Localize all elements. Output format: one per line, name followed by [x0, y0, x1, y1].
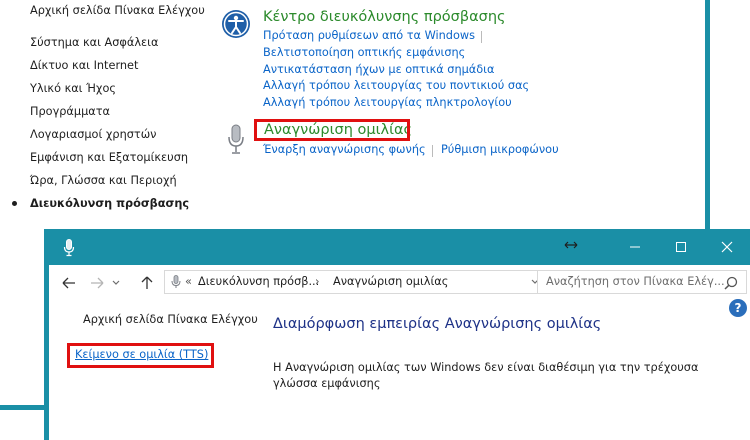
- breadcrumb-speech-recognition[interactable]: Αναγνώριση ομιλίας: [333, 275, 448, 288]
- ease-center-title[interactable]: Κέντρο διευκόλυνσης πρόσβασης: [263, 9, 506, 25]
- address-overflow[interactable]: «: [185, 275, 192, 288]
- maximize-icon: [676, 242, 686, 252]
- link-separator: [481, 31, 482, 43]
- unavailable-message: Η Αναγνώριση ομιλίας των Windows δεν είν…: [273, 361, 699, 390]
- link-separator: [432, 145, 433, 157]
- recent-locations-button[interactable]: [109, 273, 123, 293]
- ease-center-icon: [221, 9, 251, 39]
- arrow-left-icon: [62, 277, 75, 289]
- close-button[interactable]: [704, 229, 750, 265]
- chevron-down-icon: [112, 280, 120, 285]
- speech-title-highlight: [254, 119, 410, 141]
- link-suggest-settings[interactable]: Πρόταση ρυθμίσεων από τα Windows: [263, 29, 475, 42]
- link-optimize-visual[interactable]: Βελτιστοποίηση οπτικής εμφάνισης: [263, 46, 465, 59]
- link-start-speech[interactable]: Έναρξη αναγνώρισης φωνής: [263, 143, 426, 156]
- control-panel-home-link[interactable]: Αρχική σελίδα Πίνακα Ελέγχου: [30, 4, 205, 17]
- sidebar-item-user-accounts[interactable]: Λογαριασμοί χρηστών: [30, 128, 156, 141]
- sidebar-item-system-security[interactable]: Σύστημα και Ασφάλεια: [30, 36, 158, 49]
- window-microphone-icon: [63, 239, 75, 257]
- search-icon: [724, 276, 738, 290]
- close-icon: [721, 241, 733, 253]
- microphone-icon: [226, 124, 246, 156]
- sidebar-item-appearance[interactable]: Εμφάνιση και Εξατομίκευση: [30, 151, 188, 164]
- up-button[interactable]: [137, 273, 157, 293]
- breadcrumb-ease-of-access[interactable]: Διευκόλυνση πρόσβ...: [198, 275, 319, 288]
- maximize-button[interactable]: [658, 229, 704, 265]
- link-mouse-settings[interactable]: Αλλαγή τρόπου λειτουργίας του ποντικιού …: [263, 79, 529, 92]
- arrow-right-icon: [91, 277, 104, 289]
- address-microphone-icon: [171, 275, 181, 289]
- forward-button[interactable]: [87, 273, 107, 293]
- sidebar-item-clock-region[interactable]: Ώρα, Γλώσσα και Περιοχή: [30, 174, 177, 187]
- link-setup-microphone[interactable]: Ρύθμιση μικροφώνου: [441, 143, 559, 156]
- sidebar-item-network-internet[interactable]: Δίκτυο και Internet: [30, 59, 138, 72]
- title-bar[interactable]: [49, 229, 750, 265]
- breadcrumb-separator-icon: ›: [315, 275, 320, 288]
- current-item-bullet: [12, 201, 17, 206]
- arrow-up-icon: [141, 276, 153, 289]
- speech-recognition-window: « Διευκόλυνση πρόσβ... › Αναγνώριση ομιλ…: [44, 229, 750, 440]
- sidebar-item-ease-of-access[interactable]: Διευκόλυνση πρόσβασης: [30, 197, 189, 210]
- resize-arrows-icon: [564, 239, 578, 249]
- sidebar-item-programs[interactable]: Προγράμματα: [30, 105, 110, 118]
- link-keyboard-settings[interactable]: Αλλαγή τρόπου λειτουργίας πληκτρολογίου: [263, 96, 512, 109]
- address-bar[interactable]: « Διευκόλυνση πρόσβ... › Αναγνώριση ομιλ…: [164, 270, 570, 294]
- link-replace-sounds[interactable]: Αντικατάσταση ήχων με οπτικά σημάδια: [263, 63, 494, 76]
- minimize-icon: [630, 246, 640, 248]
- minimize-button[interactable]: [612, 229, 658, 265]
- front-control-panel-home-link[interactable]: Αρχική σελίδα Πίνακα Ελέγχου: [83, 313, 258, 326]
- tts-link-highlight: [67, 343, 214, 368]
- help-button[interactable]: ?: [729, 299, 747, 317]
- sidebar-item-hardware-sound[interactable]: Υλικό και Ήχος: [30, 82, 116, 95]
- search-placeholder: Αναζήτηση στον Πίνακα Ελέγ...: [546, 275, 725, 288]
- back-button[interactable]: [59, 273, 79, 293]
- navigation-bar: « Διευκόλυνση πρόσβ... › Αναγνώριση ομιλ…: [49, 265, 750, 299]
- search-input[interactable]: Αναζήτηση στον Πίνακα Ελέγ...: [537, 270, 747, 294]
- page-title: Διαμόρφωση εμπειρίας Αναγνώρισης ομιλίας: [273, 316, 602, 332]
